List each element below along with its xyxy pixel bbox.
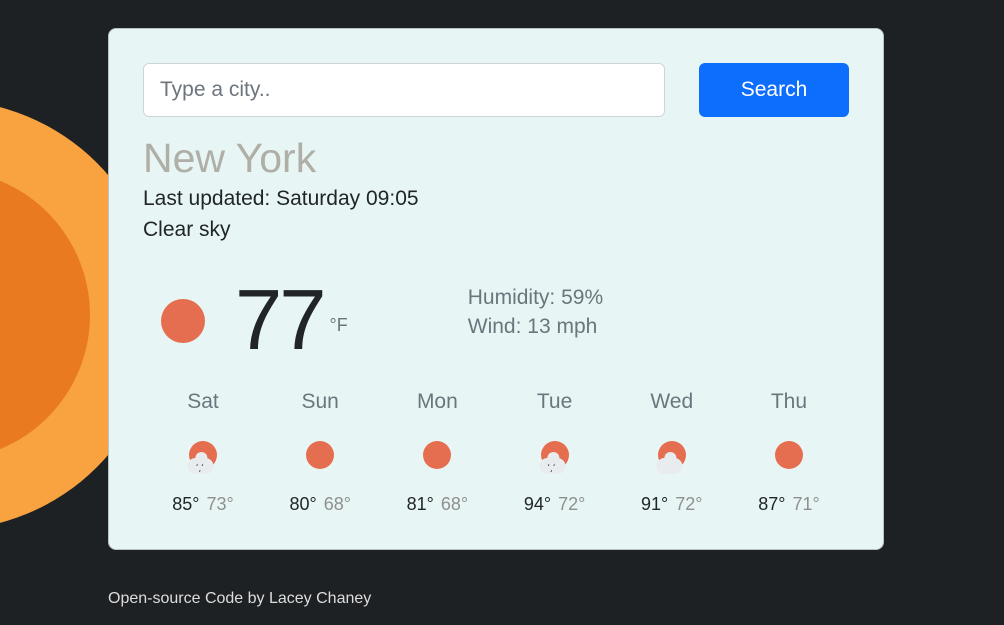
last-updated: Last updated: Saturday 09:05 [143,184,849,214]
forecast-lo: 72° [675,494,702,514]
rain-icon: ، ،، [196,460,204,472]
forecast-hi: 91° [641,494,668,514]
forecast-icon [266,432,374,478]
forecast-icon [383,432,491,478]
forecast-day-name: Sat [149,390,257,414]
forecast-temps: 80° 68° [266,494,374,515]
forecast-temps: 85° 73° [149,494,257,515]
weather-condition: Clear sky [143,215,849,245]
forecast-day-name: Sun [266,390,374,414]
current-temperature: 77 [235,281,324,362]
forecast-day: Thu 87° 71° [735,390,843,515]
forecast-day: Sun 80° 68° [266,390,374,515]
forecast-day: Tue ، ،، 94° 72° [501,390,609,515]
forecast-lo: 71° [792,494,819,514]
forecast-lo: 68° [324,494,351,514]
humidity-value: 59% [561,286,603,309]
last-updated-prefix: Last updated: [143,187,276,210]
sun-icon [306,441,334,469]
current-weather-icon [143,299,223,343]
forecast-day-name: Wed [618,390,726,414]
forecast-day: Sat ، ،، 85° 73° [149,390,257,515]
forecast-day-name: Mon [383,390,491,414]
author-link[interactable]: Lacey Chaney [269,590,371,607]
forecast-temps: 94° 72° [501,494,609,515]
forecast-hi: 94° [524,494,551,514]
source-link[interactable]: Open-source Code [108,590,243,607]
humidity: Humidity: 59% [468,283,603,312]
forecast-icon: ، ،، [149,432,257,478]
forecast-icon [735,432,843,478]
sun-icon [775,441,803,469]
cloud-icon [656,458,682,474]
search-row: Search [143,63,849,117]
forecast-hi: 80° [289,494,316,514]
forecast-lo: 72° [558,494,585,514]
weather-card: Search New York Last updated: Saturday 0… [108,28,884,550]
forecast-icon [618,432,726,478]
forecast-day: Mon 81° 68° [383,390,491,515]
footer-mid: by [243,590,269,607]
last-updated-time: Saturday 09:05 [276,187,418,210]
sun-icon [423,441,451,469]
forecast-temps: 87° 71° [735,494,843,515]
forecast-temps: 91° 72° [618,494,726,515]
weather-stats: Humidity: 59% Wind: 13 mph [468,283,603,342]
forecast-hi: 85° [172,494,199,514]
current-left: 77 °F [143,281,348,362]
forecast-day: Wed 91° 72° [618,390,726,515]
sun-icon [161,299,205,343]
rain-icon: ، ،، [547,460,555,472]
forecast-icon: ، ،، [501,432,609,478]
search-button[interactable]: Search [699,63,849,117]
forecast-hi: 87° [758,494,785,514]
wind-label: Wind: [468,315,528,338]
footer: Open-source Code by Lacey Chaney [108,590,371,608]
city-name: New York [143,135,849,182]
forecast-day-name: Thu [735,390,843,414]
forecast-temps: 81° 68° [383,494,491,515]
forecast-lo: 68° [441,494,468,514]
city-search-input[interactable] [143,63,665,117]
temperature-unit: °F [330,315,348,336]
humidity-label: Humidity: [468,286,561,309]
forecast-hi: 81° [407,494,434,514]
wind-value: 13 mph [527,315,597,338]
forecast-row: Sat ، ،، 85° 73° Sun 80° 68° Mon 81° 68°… [143,390,849,515]
forecast-lo: 73° [207,494,234,514]
forecast-day-name: Tue [501,390,609,414]
wind: Wind: 13 mph [468,312,603,341]
current-weather-row: 77 °F Humidity: 59% Wind: 13 mph [143,281,849,362]
